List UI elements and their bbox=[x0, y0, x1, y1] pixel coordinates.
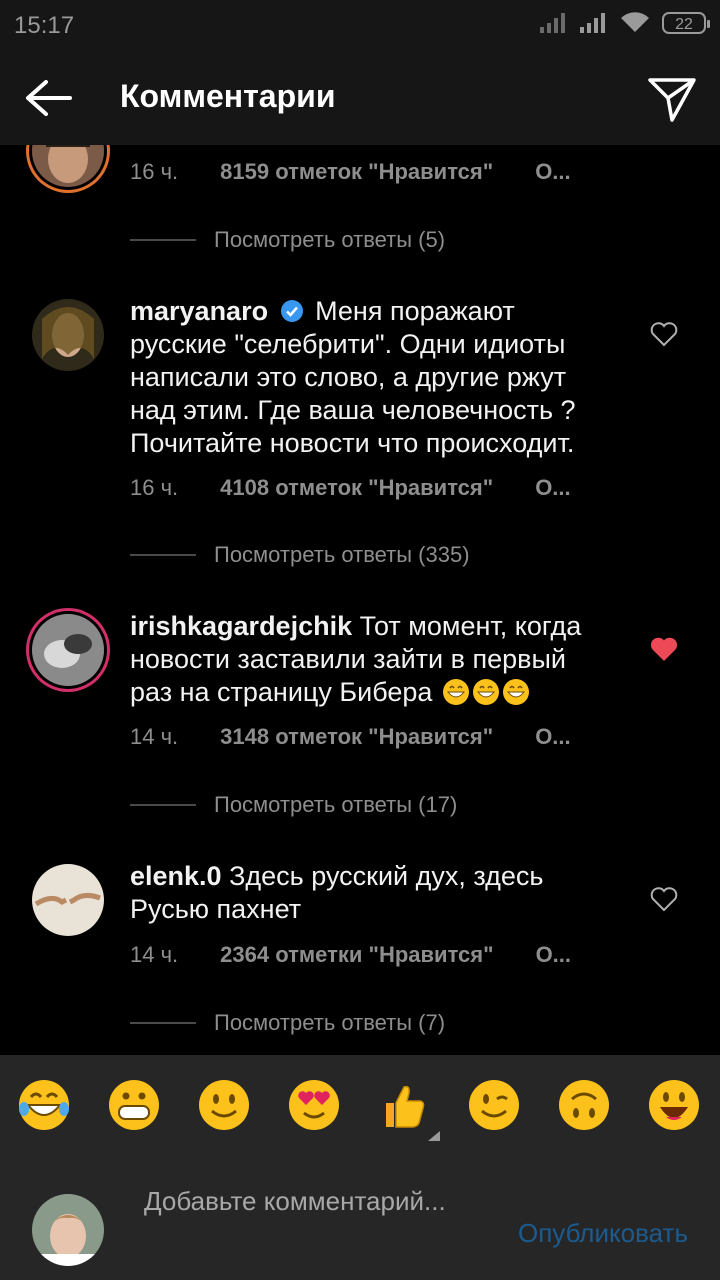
comment-likes[interactable]: 2364 отметки "Нравится" bbox=[220, 942, 493, 968]
comment-time: 14 ч. bbox=[130, 724, 179, 749]
view-replies-label: Посмотреть ответы (17) bbox=[214, 792, 458, 817]
signal-icon bbox=[580, 13, 605, 33]
avatar[interactable] bbox=[32, 864, 104, 936]
status-bar: 15:17 22 bbox=[0, 0, 720, 50]
laughing-tears-emoji-icon[interactable] bbox=[16, 1077, 72, 1133]
send-icon[interactable] bbox=[644, 72, 700, 124]
grinning-emoji-icon bbox=[472, 679, 499, 705]
emoji-quick-bar bbox=[0, 1055, 720, 1160]
comment-likes[interactable]: 3148 отметок "Нравится" bbox=[220, 724, 493, 750]
view-replies-label: Посмотреть ответы (5) bbox=[214, 227, 446, 252]
reply-button[interactable]: О... bbox=[535, 724, 570, 750]
comment-time: 16 ч. bbox=[130, 159, 179, 184]
winking-emoji-icon[interactable] bbox=[466, 1077, 522, 1133]
page-title: Комментарии bbox=[120, 78, 336, 114]
reply-button[interactable]: О... bbox=[535, 475, 570, 501]
status-time: 15:17 bbox=[14, 12, 75, 39]
comment-composer: Добавьте комментарий... Опубликовать bbox=[0, 1160, 720, 1280]
current-user-avatar bbox=[32, 1194, 104, 1266]
reply-button[interactable]: О... bbox=[535, 159, 570, 185]
comment-input[interactable]: Добавьте комментарий... bbox=[144, 1184, 474, 1218]
comment-username[interactable]: maryanaro bbox=[130, 296, 268, 326]
view-replies-link[interactable]: Посмотреть ответы (335) bbox=[130, 542, 470, 568]
heart-outline-icon[interactable] bbox=[650, 886, 678, 912]
view-replies-label: Посмотреть ответы (7) bbox=[214, 1010, 446, 1035]
thumbs-up-emoji-icon[interactable] bbox=[376, 1077, 432, 1133]
heart-filled-icon[interactable] bbox=[650, 636, 678, 662]
avatar[interactable] bbox=[32, 299, 104, 371]
comment-time: 16 ч. bbox=[130, 475, 179, 500]
expand-triangle-icon bbox=[428, 1131, 440, 1141]
app-header: Комментарии bbox=[0, 50, 720, 145]
verified-badge-icon bbox=[280, 300, 303, 322]
avatar[interactable] bbox=[32, 614, 104, 686]
grinning-emoji-icon bbox=[502, 679, 529, 705]
comments-list: 16 ч. 8159 отметок "Нравится" О... Посмо… bbox=[0, 145, 720, 1055]
upside-down-face-emoji-icon[interactable] bbox=[556, 1077, 612, 1133]
publish-button[interactable]: Опубликовать bbox=[518, 1218, 688, 1249]
grinning-emoji-icon[interactable] bbox=[106, 1077, 162, 1133]
view-replies-link[interactable]: Посмотреть ответы (5) bbox=[130, 227, 445, 253]
wifi-icon bbox=[621, 12, 649, 32]
comment-likes[interactable]: 8159 отметок "Нравится" bbox=[220, 159, 493, 185]
heart-eyes-emoji-icon[interactable] bbox=[286, 1077, 342, 1133]
heart-outline-icon[interactable] bbox=[650, 321, 678, 347]
avatar[interactable] bbox=[32, 145, 104, 187]
reply-button[interactable]: О... bbox=[536, 942, 571, 968]
smiling-emoji-icon[interactable] bbox=[196, 1077, 252, 1133]
comment-username[interactable]: irishkagardejchik bbox=[130, 611, 352, 641]
view-replies-label: Посмотреть ответы (335) bbox=[214, 542, 470, 567]
comment-likes[interactable]: 4108 отметок "Нравится" bbox=[220, 475, 493, 501]
arrow-left-icon[interactable] bbox=[20, 72, 76, 124]
view-replies-link[interactable]: Посмотреть ответы (17) bbox=[130, 792, 457, 818]
view-replies-link[interactable]: Посмотреть ответы (7) bbox=[130, 1010, 445, 1036]
grinning-emoji-icon bbox=[442, 679, 469, 705]
smiling-open-mouth-emoji-icon[interactable] bbox=[646, 1077, 702, 1133]
comment-time: 14 ч. bbox=[130, 942, 179, 967]
signal-icon bbox=[540, 13, 565, 33]
comment-username[interactable]: elenk.0 bbox=[130, 861, 222, 891]
battery-icon: 22 bbox=[662, 12, 710, 34]
